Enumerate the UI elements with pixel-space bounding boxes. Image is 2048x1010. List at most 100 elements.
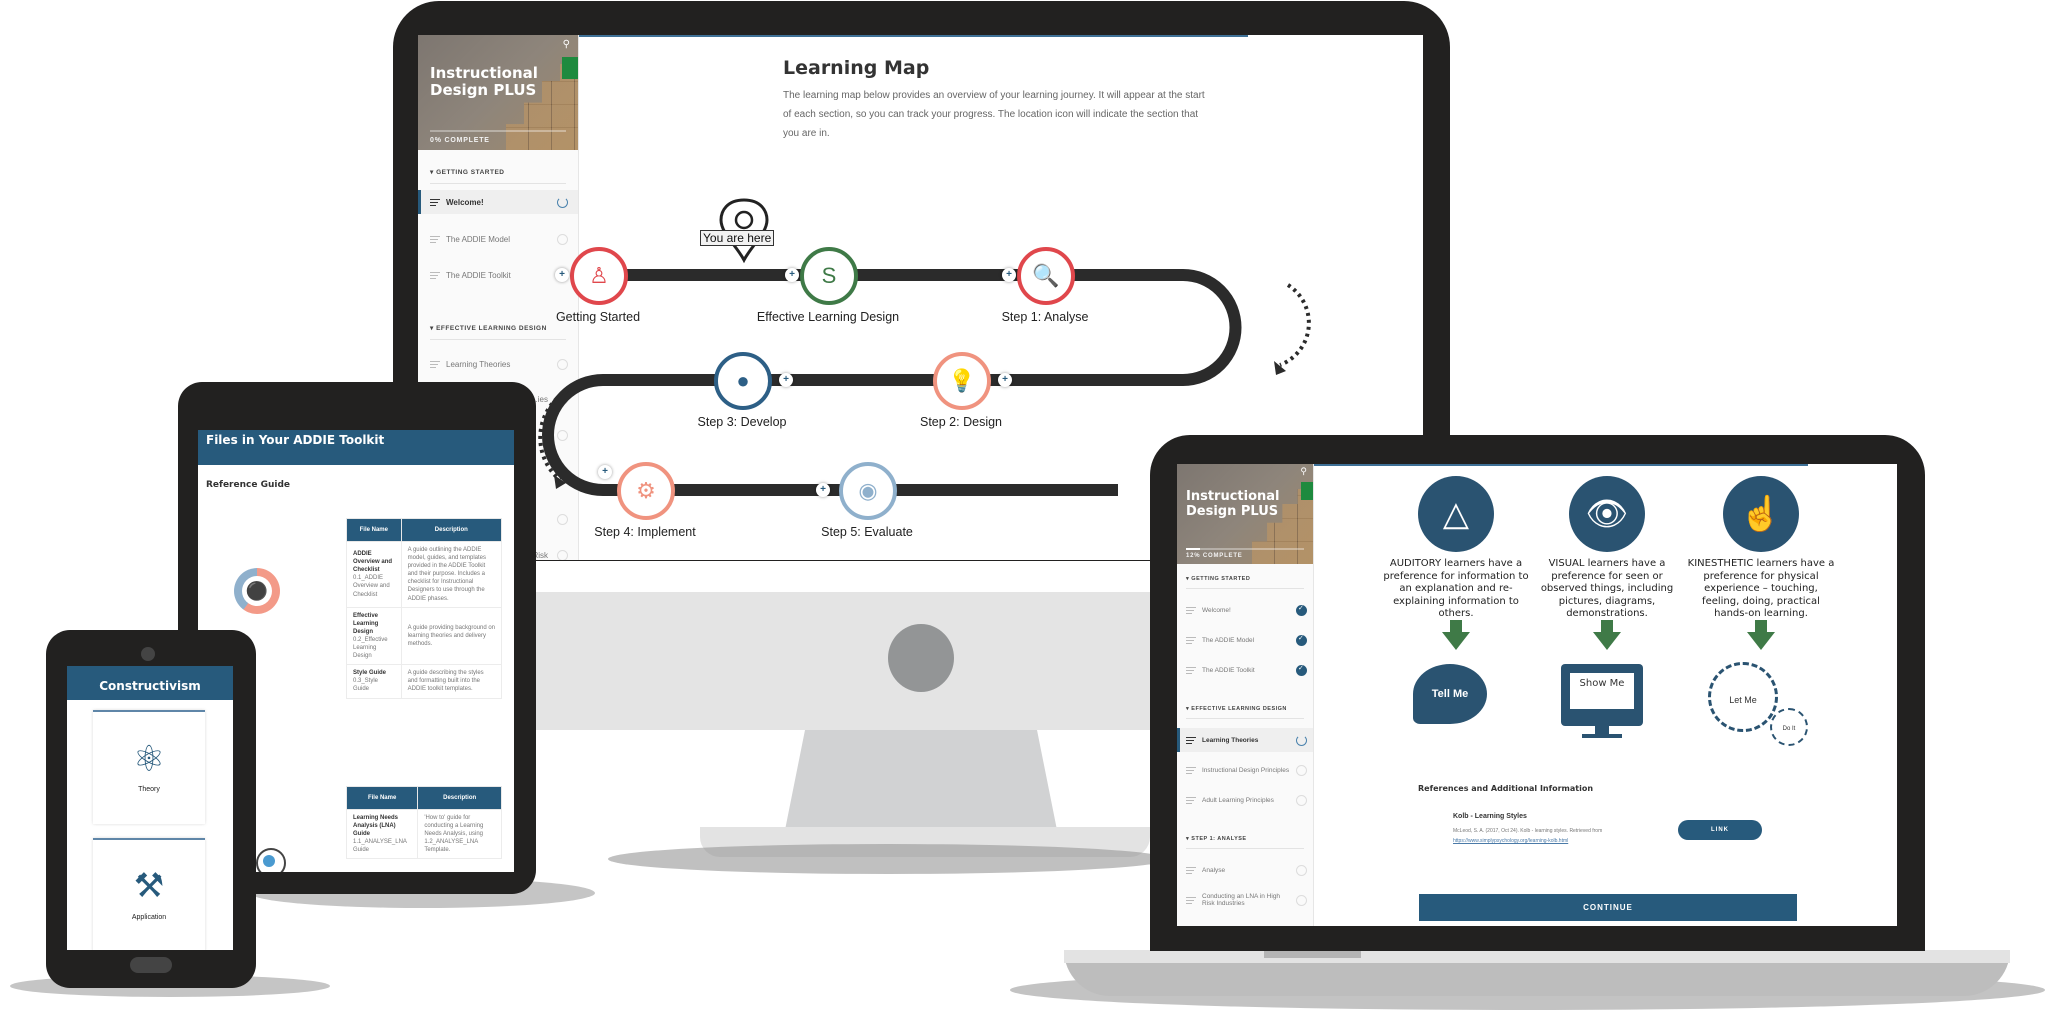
expand-plus-icon[interactable]: + — [816, 483, 830, 497]
not-started-status-icon — [1296, 894, 1307, 906]
magnifier-icon — [256, 848, 286, 872]
map-node-4[interactable]: 💡 — [933, 352, 991, 410]
map-node-label: Step 2: Design — [920, 415, 1002, 429]
lesson-icon — [1186, 796, 1196, 804]
eye-icon: 👁 — [1569, 476, 1645, 552]
card-theory[interactable]: ⚛ Theory — [93, 710, 205, 824]
map-node-1[interactable]: ♙ — [570, 247, 628, 305]
map-node-label: Step 1: Analyse — [1001, 310, 1089, 324]
monitor-icon: Show Me — [1561, 664, 1643, 726]
expand-plus-icon[interactable]: + — [779, 373, 793, 387]
sidebar-section[interactable]: ▾ STEP 1: ANALYSE — [1177, 836, 1247, 842]
map-node-5[interactable]: ● — [714, 352, 772, 410]
speech-bubbles-icon: Tell Me — [1413, 664, 1487, 724]
lesson-icon — [1186, 766, 1196, 774]
sidebar-item[interactable]: Adult Learning Principles — [1177, 788, 1313, 812]
files-table-1: File Name Description ADDIE Overview and … — [346, 518, 503, 699]
sidebar-item[interactable]: Conducting an LNA in High Risk Industrie… — [1177, 888, 1313, 912]
reference-url[interactable]: https://www.simplypsychology.org/learnin… — [1453, 838, 1568, 844]
not-started-status-icon — [1296, 764, 1307, 776]
card-application[interactable]: ⚒ Application — [93, 838, 205, 950]
table-row: Learning Needs Analysis (LNA) Guide 1.1_A… — [345, 808, 502, 860]
map-node-label: Getting Started — [555, 310, 641, 324]
progress-top-bar — [1313, 464, 1808, 466]
monitor-shadow — [608, 844, 1168, 874]
sidebar-item[interactable]: The ADDIE Model — [1177, 628, 1313, 652]
course-progress-bar — [1186, 548, 1304, 550]
references-heading: References and Additional Information — [1418, 784, 1594, 793]
pointing-hand-icon: ☝ — [1723, 476, 1799, 552]
sidebar-item[interactable]: Welcome! — [1177, 598, 1313, 622]
search-icon[interactable]: ⚲ — [1300, 466, 1307, 477]
presenter-icon: ♙ — [589, 263, 609, 288]
description-cell: A guide providing background on learning… — [400, 606, 503, 666]
lesson-icon — [1186, 636, 1196, 644]
table-row: Effective Learning Design 0.2_Effective L… — [346, 606, 503, 666]
monitor-stand — [785, 730, 1057, 830]
down-arrow-icon — [1593, 632, 1621, 650]
description-cell: A guide outlining the ADDIE model, guide… — [400, 541, 503, 608]
map-node-2[interactable]: S — [800, 247, 858, 305]
sidebar-item[interactable]: Learning Theories — [1177, 728, 1313, 752]
laptop-hinge — [1264, 950, 1361, 958]
lightbulb-icon: 💡 — [948, 368, 976, 393]
sidebar-section[interactable]: ▾ GETTING STARTED — [1177, 576, 1250, 582]
map-node-6[interactable]: ⚙ — [617, 462, 675, 520]
learning-style-description: AUDITORY learners have a preference for … — [1383, 558, 1529, 619]
sidebar-item[interactable]: The ADDIE Toolkit — [1177, 658, 1313, 682]
tablet-header-title: Files in Your ADDIE Toolkit — [206, 433, 385, 447]
laptop-deck — [1064, 950, 2010, 963]
lesson-icon — [1186, 896, 1196, 904]
card-label: Theory — [138, 786, 160, 793]
learning-style-description: VISUAL learners have a preference for se… — [1540, 558, 1674, 619]
course-title: Instructional Design PLUS — [1186, 489, 1280, 519]
sidebar-section[interactable]: ▾ EFFECTIVE LEARNING DESIGN — [1177, 706, 1287, 712]
map-node-7[interactable]: ◉ — [839, 462, 897, 520]
expand-plus-icon[interactable]: + — [998, 373, 1012, 387]
speech-search-icon: 🔍 — [1032, 263, 1060, 288]
gear-icon: Let Me — [1708, 662, 1778, 732]
you-are-here-label: You are here — [700, 230, 775, 246]
learning-style-description: KINESTHETIC learners have a preference f… — [1687, 558, 1835, 619]
expand-plus-icon[interactable]: + — [785, 268, 799, 282]
map-node-label: Effective Learning Design — [756, 310, 900, 324]
file-name-cell: Effective Learning Design 0.2_Effective L… — [346, 606, 402, 666]
course-progress-label: 12% COMPLETE — [1186, 553, 1243, 559]
gear-icon: Do It — [1770, 708, 1808, 746]
tablet-subheading: Reference Guide — [206, 480, 291, 490]
file-name-cell: Style Guide 0.3_Style Guide — [346, 664, 402, 699]
not-started-status-icon — [1296, 864, 1307, 876]
file-name-cell: Learning Needs Analysis (LNA) Guide 1.1_A… — [345, 808, 419, 860]
sidebar-item[interactable]: Analyse — [1177, 858, 1313, 882]
down-arrow-icon — [1442, 632, 1470, 650]
atom-icon: ⚛ — [132, 738, 166, 779]
reference-citation: McLeod, S. A. (2017, Oct 24). Kolb - lea… — [1453, 828, 1603, 834]
venn-icon: ● — [736, 368, 750, 393]
continue-button[interactable]: CONTINUE — [1419, 894, 1797, 921]
lesson-icon — [1186, 606, 1196, 614]
phone-home-button[interactable] — [130, 957, 172, 973]
complete-status-icon — [1296, 634, 1307, 646]
link-button[interactable]: LINK — [1678, 820, 1762, 840]
reference-title: Kolb - Learning Styles — [1453, 813, 1527, 820]
map-node-3[interactable]: 🔍 — [1017, 247, 1075, 305]
table-row: Style Guide 0.3_Style Guide A guide descri… — [346, 664, 503, 699]
ear-icon: △ — [1418, 476, 1494, 552]
direction-arrow — [1279, 283, 1311, 367]
description-cell: 'How to' guide for conducting a Learning… — [417, 808, 502, 860]
phone-camera — [141, 647, 155, 661]
course-sidebar: ⚲ Instructional Design PLUS 12% COMPLETE… — [1177, 464, 1314, 926]
expand-plus-icon[interactable]: + — [1002, 268, 1016, 282]
expand-plus-icon[interactable]: + — [598, 465, 612, 479]
monitor-logo — [888, 624, 954, 692]
laptop-screen: ⚲ Instructional Design PLUS 12% COMPLETE… — [1177, 464, 1897, 926]
tools-icon: ⚒ — [133, 867, 165, 905]
table-row: ADDIE Overview and Checklist 0.1_ADDIE Ov… — [346, 541, 503, 608]
map-node-label: Step 5: Evaluate — [821, 525, 913, 539]
not-started-status-icon — [1296, 794, 1307, 806]
lesson-icon — [1186, 866, 1196, 874]
phone-header-title: Constructivism — [99, 679, 201, 693]
sidebar-item[interactable]: Instructional Design Principles — [1177, 758, 1313, 782]
expand-plus-icon[interactable]: + — [555, 268, 569, 282]
map-node-label: Step 3: Develop — [697, 415, 787, 429]
